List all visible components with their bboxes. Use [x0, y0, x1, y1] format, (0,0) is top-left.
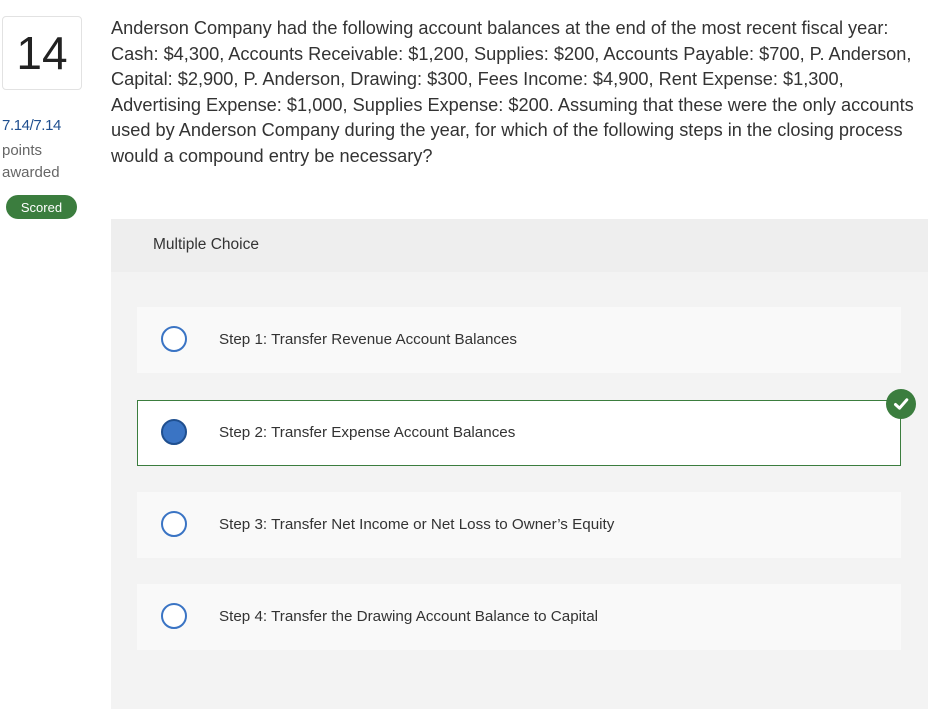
radio-button-selected[interactable] [161, 419, 187, 445]
multiple-choice-header: Multiple Choice [111, 219, 928, 272]
answer-option-label: Step 2: Transfer Expense Account Balance… [219, 424, 516, 441]
question-page: 14 7.14/7.14 points awarded Scored Ander… [0, 0, 928, 709]
radio-button[interactable] [161, 326, 187, 352]
radio-button[interactable] [161, 511, 187, 537]
checkmark-icon [894, 398, 909, 410]
check-circle-icon [886, 389, 916, 419]
multiple-choice-panel: Multiple Choice Step 1: Transfer Revenue… [111, 219, 928, 709]
points-awarded-label: points awarded [2, 140, 60, 184]
multiple-choice-label: Multiple Choice [153, 236, 259, 253]
answer-option-1[interactable]: Step 1: Transfer Revenue Account Balance… [137, 307, 901, 373]
answer-option-2[interactable]: Step 2: Transfer Expense Account Balance… [137, 389, 916, 466]
status-badge: Scored [6, 195, 77, 219]
score-value: 7.14/7.14 [2, 117, 61, 134]
answer-option-4[interactable]: Step 4: Transfer the Drawing Account Bal… [137, 584, 901, 650]
answer-option-label: Step 1: Transfer Revenue Account Balance… [219, 331, 518, 348]
points-label: points [2, 142, 43, 159]
question-number: 14 [2, 16, 82, 90]
answer-option-label: Step 4: Transfer the Drawing Account Bal… [219, 608, 599, 625]
awarded-label: awarded [2, 164, 60, 181]
answer-option-label: Step 3: Transfer Net Income or Net Loss … [219, 516, 615, 533]
radio-button[interactable] [161, 603, 187, 629]
question-text: Anderson Company had the following accou… [111, 18, 914, 166]
answer-option-3[interactable]: Step 3: Transfer Net Income or Net Loss … [137, 492, 901, 558]
